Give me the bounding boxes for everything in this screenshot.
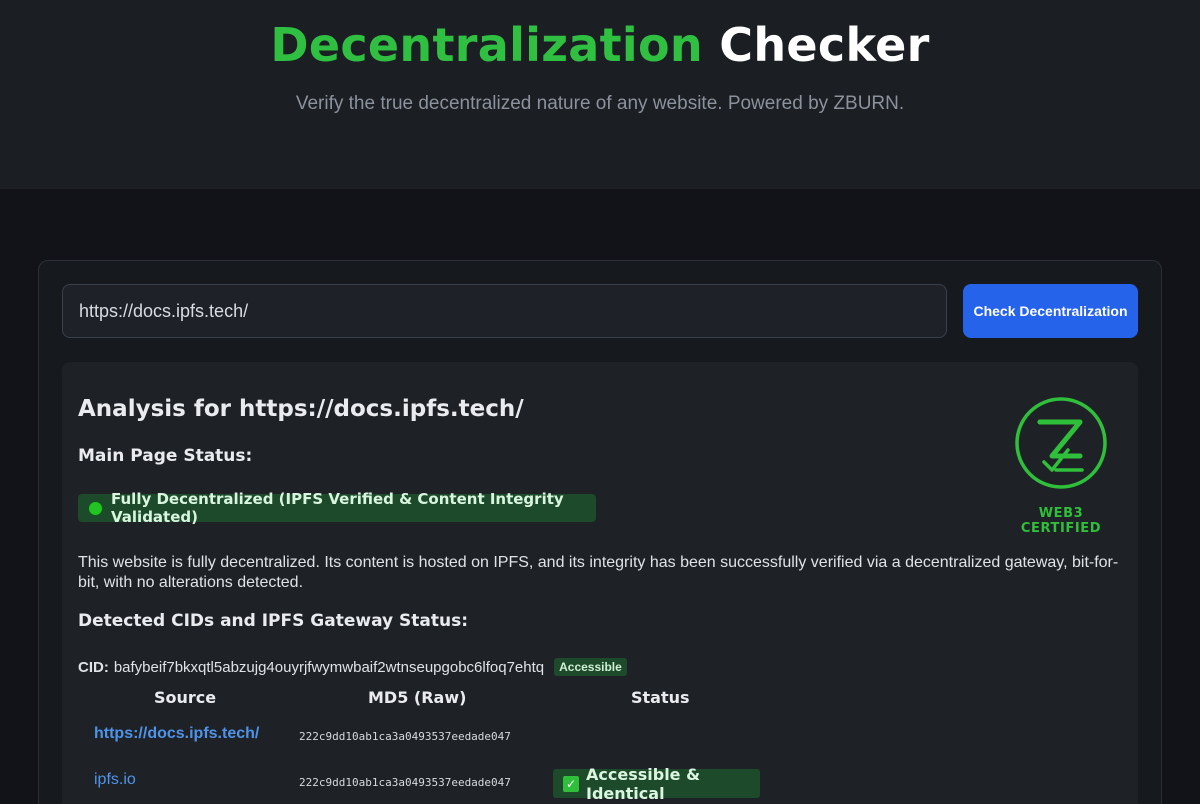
green-dot-icon <box>88 500 103 516</box>
source-link-gateway[interactable]: ipfs.io <box>94 771 136 789</box>
cid-value: bafybeif7bkxqtl5abzujg4ouyrjfwymwbaif2wt… <box>113 658 545 676</box>
title-rest: Checker <box>719 18 930 72</box>
main-status-heading: Main Page Status: <box>78 446 253 466</box>
web3-certified-logo: WEB3 CERTIFIED <box>1000 396 1122 536</box>
analysis-title: Analysis for https://docs.ipfs.tech/ <box>78 396 524 422</box>
cid-label: CID: <box>78 658 109 676</box>
column-header-status: Status <box>631 688 690 707</box>
source-link-original[interactable]: https://docs.ipfs.tech/ <box>94 725 259 743</box>
check-icon: ✓ <box>563 775 579 792</box>
cids-heading: Detected CIDs and IPFS Gateway Status: <box>78 611 469 631</box>
zburn-z-icon <box>1015 397 1107 489</box>
page-header: Decentralization Checker Verify the true… <box>0 0 1200 189</box>
column-header-source: Source <box>154 688 217 707</box>
cid-row: CID: bafybeif7bkxqtl5abzujg4ouyrjfwymwba… <box>78 657 627 677</box>
md5-original: 222c9dd10ab1ca3a0493537eedade047 <box>299 730 511 743</box>
cid-status-badge: Accessible <box>554 658 627 676</box>
gateway-status-text: Accessible & Identical <box>586 764 701 803</box>
main-status-badge: Fully Decentralized (IPFS Verified & Con… <box>78 490 596 526</box>
gateway-status-badge: ✓ Accessible & Identical <box>553 765 760 803</box>
status-description: This website is fully decentralized. Its… <box>78 554 1119 591</box>
page-title: Decentralization Checker <box>0 18 1200 72</box>
page-subtitle: Verify the true decentralized nature of … <box>295 93 905 114</box>
column-header-md5: MD5 (Raw) <box>368 688 467 707</box>
title-highlight: Decentralization <box>270 18 703 72</box>
logo-caption: WEB3 CERTIFIED <box>1020 506 1102 536</box>
md5-gateway: 222c9dd10ab1ca3a0493537eedade047 <box>299 776 511 789</box>
check-decentralization-button[interactable]: Check Decentralization <box>963 284 1138 338</box>
url-input[interactable] <box>62 284 947 338</box>
main-status-text: Fully Decentralized (IPFS Verified & Con… <box>111 490 564 526</box>
